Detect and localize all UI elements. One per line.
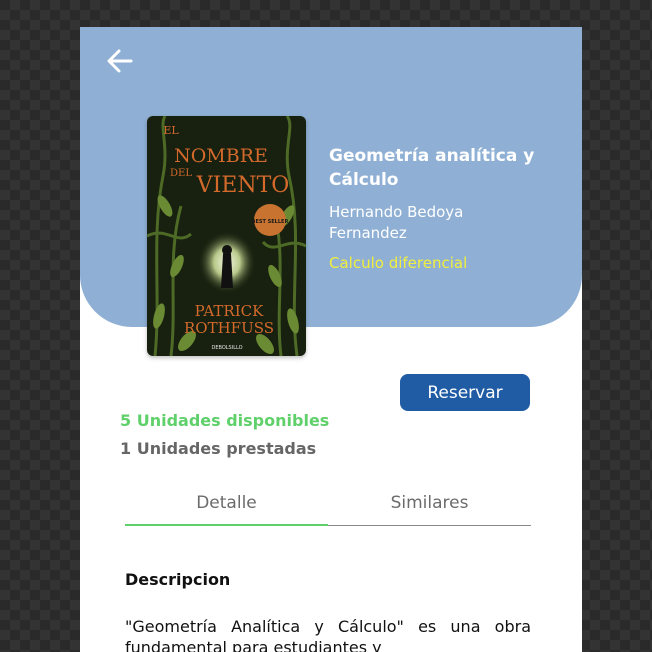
book-author: Hernando Bedoya Fernandez (329, 203, 464, 242)
description-text: "Geometría Analítica y Cálculo" es una o… (125, 617, 531, 652)
book-detail-screen: EL NOMBRE DEL VIENTO PATRICK ROTHFUSS BE… (80, 27, 582, 652)
book-cover: EL NOMBRE DEL VIENTO PATRICK ROTHFUSS BE… (147, 116, 306, 356)
cover-publisher: DEBOLSILLO (211, 345, 242, 351)
cover-title-line3: DEL (170, 168, 192, 179)
tab-similares[interactable]: Similares (328, 489, 531, 523)
back-button[interactable] (104, 45, 136, 77)
cover-author-line1: PATRICK (195, 302, 264, 320)
book-title: Geometría analítica y Cálculo (329, 146, 535, 190)
lent-units: 1 Unidades prestadas (120, 439, 317, 458)
cover-badge-text: BEST SELLER (252, 219, 289, 225)
tab-bar: Detalle Similares (125, 489, 531, 526)
tab-detalle[interactable]: Detalle (125, 489, 328, 523)
book-category: Calculo diferencial (329, 254, 468, 272)
active-tab-indicator (125, 524, 328, 526)
cover-title-line2: NOMBRE (174, 145, 268, 167)
description-heading: Descripcion (125, 570, 231, 589)
cover-title-line4: VIENTO (196, 173, 290, 198)
cover-author-line2: ROTHFUSS (184, 319, 274, 337)
available-units: 5 Unidades disponibles (120, 411, 330, 430)
reserve-button[interactable]: Reservar (400, 374, 530, 411)
arrow-left-icon (107, 49, 133, 73)
cover-title-line1: EL (163, 124, 179, 137)
